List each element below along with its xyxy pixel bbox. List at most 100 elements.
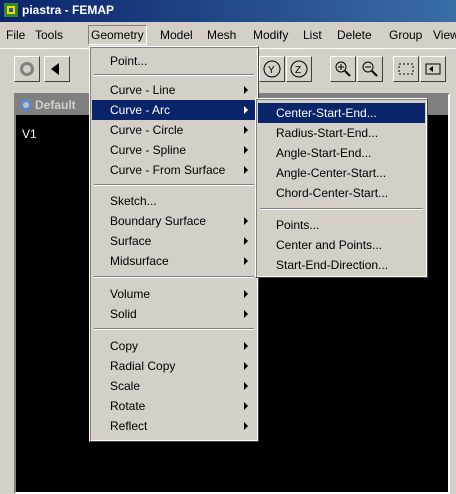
prev-icon [51,63,59,75]
menu-item-label: Center-Start-End... [276,106,377,120]
prev-view-button[interactable] [44,56,70,82]
menu-item-label: Points... [276,218,320,232]
submenu-item-start-end-direction[interactable]: Start-End-Direction... [258,255,425,275]
menu-item-surface[interactable]: Surface [92,231,256,251]
submenu-arrow-icon [244,290,248,298]
menu-item-label: Curve - Spline [110,143,187,157]
zoom-in-button[interactable] [330,56,356,82]
submenu-arrow-icon [244,382,248,390]
menu-item-midsurface[interactable]: Midsurface [92,251,256,271]
femap-app-icon [4,3,18,17]
menu-item-label: Reflect [110,419,148,433]
submenu-arrow-icon [244,166,248,174]
submenu-arrow-icon [244,86,248,94]
menu-item-label: Angle-Center-Start... [276,166,387,180]
submenu-arrow-icon [244,126,248,134]
separator [94,328,254,330]
select-box-icon [398,63,414,75]
menu-list[interactable]: List [302,26,323,44]
submenu-arrow-icon [244,146,248,154]
menu-item-label: Sketch... [110,194,157,208]
submenu-arrow-icon [244,106,248,114]
separator [94,74,254,76]
submenu-arrow-icon [244,402,248,410]
menu-tools[interactable]: Tools [34,26,64,44]
submenu-arrow-icon [244,342,248,350]
menu-item-label: Angle-Start-End... [276,146,372,160]
menu-group[interactable]: Group [388,26,423,44]
menu-item-label: Radial Copy [110,359,176,373]
menu-mesh[interactable]: Mesh [206,26,237,44]
menu-item-label: Surface [110,234,152,248]
fit-icon [425,63,441,75]
curve-arc-submenu: Center-Start-End... Radius-Start-End... … [255,98,428,278]
menu-item-label: Midsurface [110,254,169,268]
submenu-item-center-and-points[interactable]: Center and Points... [258,235,425,255]
window-title: piastra - FEMAP [22,3,115,17]
menu-item-label: Center and Points... [276,238,383,252]
menu-item-curve-circle[interactable]: Curve - Circle [92,120,256,140]
submenu-item-angle-center-start[interactable]: Angle-Center-Start... [258,163,425,183]
menu-item-curve-spline[interactable]: Curve - Spline [92,140,256,160]
separator [260,208,423,210]
fit-view-button[interactable] [420,56,446,82]
rotate-y-button[interactable]: Y [259,56,285,82]
menu-item-copy[interactable]: Copy [92,336,256,356]
submenu-arrow-icon [244,310,248,318]
menu-geometry[interactable]: Geometry [88,25,147,45]
submenu-item-chord-center-start[interactable]: Chord-Center-Start... [258,183,425,203]
menu-item-curve-from-surface[interactable]: Curve - From Surface [92,160,256,180]
menu-item-label: Rotate [110,399,146,413]
menu-item-solid[interactable]: Solid [92,304,256,324]
menu-item-label: Copy [110,339,139,353]
submenu-arrow-icon [244,257,248,265]
menu-item-sketch[interactable]: Sketch... [92,191,256,211]
menu-bar: File Tools Geometry Model Mesh Modify Li… [0,22,456,48]
menu-item-label: Volume [110,287,151,301]
child-window-title: Default [35,98,76,112]
separator [94,184,254,186]
menu-item-label: Curve - Arc [110,103,171,117]
menu-item-point[interactable]: Point... [92,51,256,71]
view-label: V1 [22,127,37,141]
zoom-in-icon [335,61,351,77]
svg-text:Z: Z [295,65,301,76]
menu-item-volume[interactable]: Volume [92,284,256,304]
menu-item-scale[interactable]: Scale [92,376,256,396]
select-box-button[interactable] [393,56,419,82]
menu-item-curve-line[interactable]: Curve - Line [92,80,256,100]
submenu-arrow-icon [244,362,248,370]
submenu-arrow-icon [244,422,248,430]
menu-item-label: Chord-Center-Start... [276,186,389,200]
menu-item-rotate[interactable]: Rotate [92,396,256,416]
menu-item-reflect[interactable]: Reflect [92,416,256,436]
menu-model[interactable]: Model [159,26,194,44]
menu-item-label: Curve - Line [110,83,176,97]
menu-item-label: Boundary Surface [110,214,207,228]
menu-item-curve-arc[interactable]: Curve - Arc [92,100,256,120]
svg-text:Y: Y [268,65,275,76]
rotate-z-button[interactable]: Z [286,56,312,82]
menu-file[interactable]: File [5,26,26,44]
submenu-item-points[interactable]: Points... [258,215,425,235]
rotate-icon [20,62,34,76]
rotate-y-icon: Y [263,60,281,78]
submenu-item-angle-start-end[interactable]: Angle-Start-End... [258,143,425,163]
menu-item-label: Point... [110,54,148,68]
submenu-item-center-start-end[interactable]: Center-Start-End... [258,103,425,123]
menu-item-label: Curve - From Surface [110,163,226,177]
zoom-out-button[interactable] [357,56,383,82]
menu-item-boundary-surface[interactable]: Boundary Surface [92,211,256,231]
separator [94,276,254,278]
rotate-button[interactable] [14,56,40,82]
menu-item-label: Curve - Circle [110,123,184,137]
rotate-z-icon: Z [290,60,308,78]
menu-modify[interactable]: Modify [252,26,289,44]
menu-item-label: Scale [110,379,141,393]
submenu-arrow-icon [244,237,248,245]
submenu-item-radius-start-end[interactable]: Radius-Start-End... [258,123,425,143]
submenu-arrow-icon [244,217,248,225]
menu-delete[interactable]: Delete [336,26,373,44]
menu-view[interactable]: View [432,26,456,44]
menu-item-radial-copy[interactable]: Radial Copy [92,356,256,376]
